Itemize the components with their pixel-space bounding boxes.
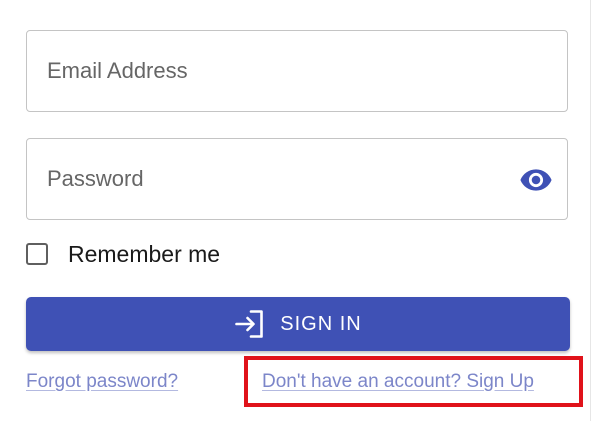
sign-in-label: SIGN IN	[280, 312, 362, 335]
sign-in-page: Remember me SIGN IN Forgot password? Don…	[0, 0, 595, 421]
panel-edge	[590, 0, 591, 421]
login-icon	[235, 310, 264, 338]
sign-up-link[interactable]: Don't have an account? Sign Up	[262, 371, 534, 393]
password-input[interactable]	[47, 139, 517, 219]
email-input[interactable]	[47, 31, 517, 111]
password-field[interactable]	[26, 138, 568, 220]
sign-in-button[interactable]: SIGN IN	[26, 297, 570, 351]
email-field[interactable]	[26, 30, 568, 112]
remember-me-label: Remember me	[68, 240, 221, 267]
remember-me: Remember me	[26, 239, 220, 269]
forgot-password-link[interactable]: Forgot password?	[26, 371, 178, 393]
eye-icon[interactable]	[519, 163, 553, 197]
remember-me-checkbox[interactable]	[26, 243, 48, 265]
